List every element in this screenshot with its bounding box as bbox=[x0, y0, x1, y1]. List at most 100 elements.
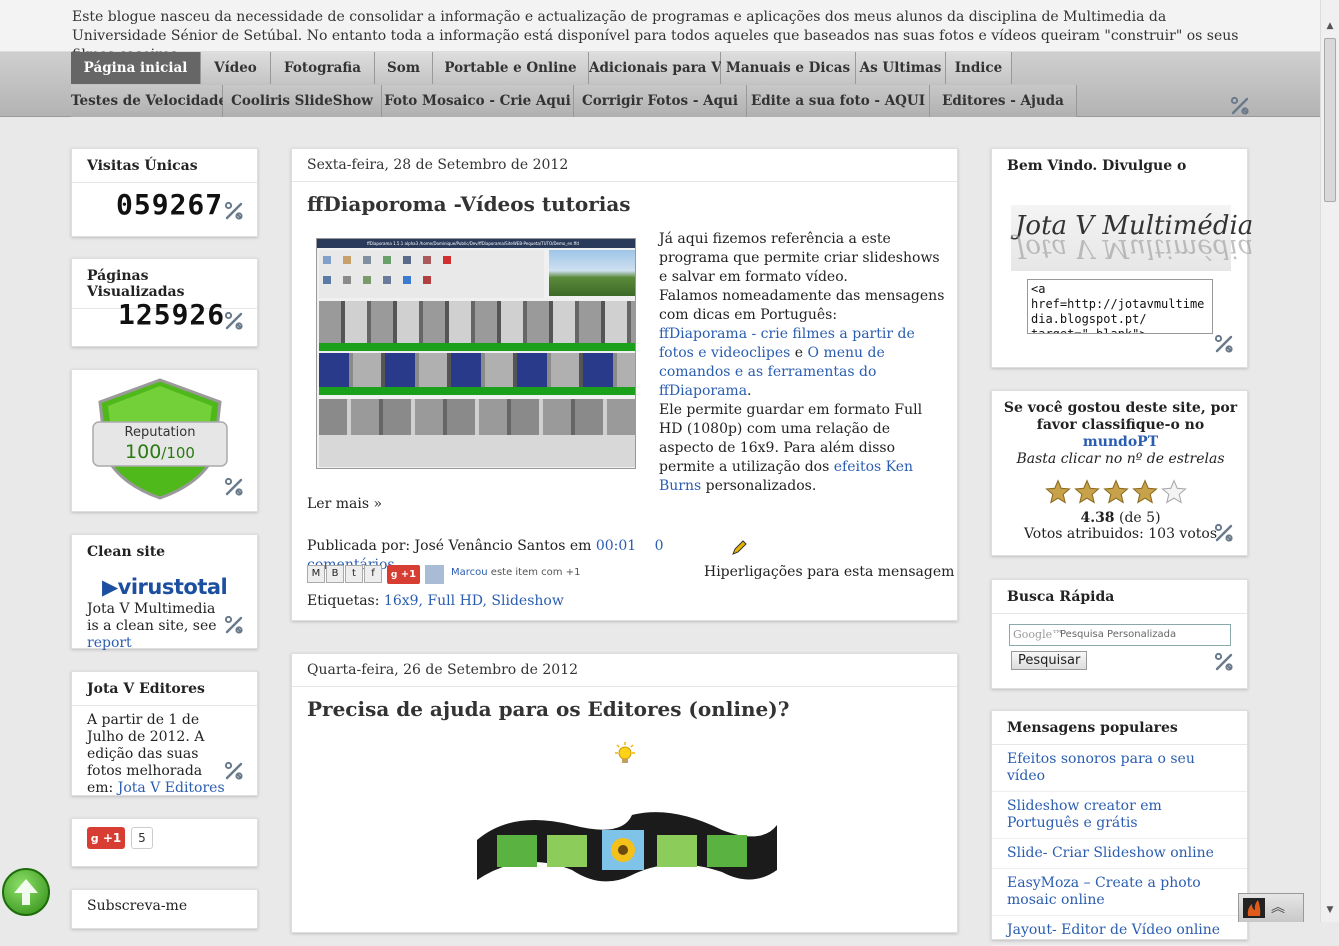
screenshot-toolbar bbox=[319, 250, 544, 298]
floating-toolbar: ︽ bbox=[1238, 893, 1304, 922]
google-logo: Google™ bbox=[1013, 628, 1064, 641]
widget-welcome-share: Bem Vindo. Divulgue o Jota V Multimédia … bbox=[991, 148, 1253, 368]
nav-row-secondary: Testes de Velocidade Cooliris SlideShow Fo… bbox=[71, 85, 1077, 117]
post-labels: Etiquetas: 16x9, Full HD, Slideshow bbox=[307, 593, 564, 609]
widget-title: Visitas Únicas bbox=[72, 149, 257, 183]
scroll-down-arrow-icon[interactable]: ▼ bbox=[1324, 904, 1336, 916]
rating-hint: Basta clicar no nº de estrelas bbox=[1016, 451, 1225, 467]
edit-wrench-icon[interactable] bbox=[224, 311, 244, 331]
nav-tab[interactable]: Edite a sua foto - AQUI bbox=[747, 85, 930, 117]
widget-clean-site: Clean site ▶virustotal Jota V Multimedia… bbox=[71, 534, 258, 651]
blog-post: Quarta-feira, 26 de Setembro de 2012 Pre… bbox=[291, 653, 958, 933]
pageviews-counter: 125926 bbox=[118, 298, 226, 331]
nav-tab[interactable]: Indice bbox=[946, 52, 1012, 84]
nav-tab[interactable]: Testes de Velocidade bbox=[71, 85, 227, 117]
scroll-thumb[interactable] bbox=[1324, 38, 1336, 202]
main-navigation: Página inicial Vídeo Fotografia Som Portable… bbox=[0, 52, 1320, 117]
widget-title: Subscreva-me bbox=[87, 898, 188, 914]
edit-wrench-icon[interactable] bbox=[224, 477, 244, 497]
rating-star-icon[interactable] bbox=[1103, 479, 1129, 505]
collapse-chevron-up-icon[interactable]: ︽ bbox=[1271, 897, 1285, 917]
nav-tab[interactable]: Editores - Ajuda bbox=[930, 85, 1077, 117]
back-to-top-button[interactable] bbox=[2, 868, 50, 916]
clean-site-text: Jota V Multimedia is a clean site, see r… bbox=[87, 601, 217, 651]
google-plus-one-button[interactable]: g +1 bbox=[87, 827, 125, 849]
nav-tab[interactable]: Cooliris SlideShow bbox=[223, 85, 382, 117]
post-screenshot-image[interactable]: ffDiaporama 1.5.1 alpha3 /home/Dominique… bbox=[316, 238, 636, 469]
nav-tab[interactable]: Foto Mosaico - Crie Aqui bbox=[382, 85, 574, 117]
edit-wrench-icon[interactable] bbox=[1214, 334, 1234, 354]
popular-post-link[interactable]: Efeitos sonoros para o seu vídeo bbox=[992, 745, 1247, 792]
edit-wrench-icon[interactable] bbox=[224, 615, 244, 635]
blogger-share-icon[interactable]: B bbox=[326, 565, 344, 583]
facebook-share-icon[interactable]: f bbox=[364, 565, 382, 583]
rating-stars[interactable] bbox=[1045, 479, 1187, 505]
popular-posts-list: Efeitos sonoros para o seu vídeo Slidesho… bbox=[992, 745, 1247, 946]
labels-links[interactable]: 16x9, Full HD, Slideshow bbox=[384, 593, 564, 609]
edit-pencil-icon[interactable] bbox=[730, 539, 748, 557]
share-buttons: M B t f bbox=[307, 565, 382, 583]
nav-tab[interactable]: Fotografia bbox=[271, 52, 375, 84]
post-title[interactable]: ffDiaporoma -Vídeos tutorias bbox=[307, 192, 631, 216]
popular-post-link[interactable]: EasyMoza – Create a photo mosaic online bbox=[992, 869, 1247, 916]
rating-star-icon[interactable] bbox=[1074, 479, 1100, 505]
popular-post-link[interactable]: Jayout- Editor de Vídeo online bbox=[992, 916, 1247, 946]
twitter-share-icon[interactable]: t bbox=[345, 565, 363, 583]
email-share-icon[interactable]: M bbox=[307, 565, 325, 583]
nav-tab[interactable]: Vídeo bbox=[201, 52, 271, 84]
post-time-link[interactable]: 00:01 bbox=[596, 538, 636, 554]
jota-editores-link[interactable]: Jota V Editores bbox=[118, 780, 225, 796]
google-plus-one-button[interactable]: g +1 bbox=[387, 565, 420, 584]
share-code-textarea[interactable] bbox=[1027, 279, 1213, 334]
read-more-link[interactable]: Ler mais » bbox=[307, 495, 382, 514]
nav-tab[interactable]: Adicionais para Vídeos bbox=[589, 52, 761, 84]
nav-tab[interactable]: Página inicial bbox=[71, 52, 201, 84]
screenshot-timeline-track bbox=[319, 399, 635, 435]
reputation-score: 100/100 bbox=[125, 441, 195, 463]
marked-link[interactable]: Marcou bbox=[451, 567, 488, 578]
edit-wrench-icon[interactable] bbox=[1230, 96, 1250, 116]
rating-votes: Votos atribuidos: 103 votos bbox=[1023, 526, 1218, 542]
nav-tab[interactable]: Som bbox=[375, 52, 433, 84]
widget-popular-posts: Mensagens populares Efeitos sonoros para… bbox=[991, 710, 1248, 946]
nav-tab[interactable]: Corrigir Fotos - Aqui bbox=[574, 85, 747, 117]
nav-tab[interactable]: Manuais e Dicas bbox=[721, 52, 856, 84]
edit-wrench-icon[interactable] bbox=[224, 761, 244, 781]
virustotal-logo[interactable]: ▶virustotal bbox=[102, 575, 228, 599]
rating-score: 4.38 (de 5) bbox=[1080, 510, 1161, 526]
widget-title: Busca Rápida bbox=[992, 580, 1247, 614]
lightbulb-icon bbox=[615, 742, 635, 763]
logo-reflection: Jota V Multimédia bbox=[1015, 233, 1254, 263]
nav-tab[interactable]: As Ultimas bbox=[856, 52, 946, 84]
screenshot-timeline-track bbox=[319, 353, 635, 387]
rating-star-icon[interactable] bbox=[1045, 479, 1071, 505]
rating-star-icon[interactable] bbox=[1161, 479, 1187, 505]
nav-tab[interactable]: Portable e Online bbox=[433, 52, 589, 84]
edit-wrench-icon[interactable] bbox=[1214, 523, 1234, 543]
editores-text: A partir de 1 de Julho de 2012. A edição… bbox=[87, 712, 225, 796]
edit-wrench-icon[interactable] bbox=[224, 201, 244, 221]
mundopt-link[interactable]: mundoPT bbox=[1083, 434, 1158, 450]
popular-post-link[interactable]: Slideshow creator em Português e grátis bbox=[992, 792, 1247, 839]
edit-wrench-icon[interactable] bbox=[1214, 652, 1234, 672]
post-title[interactable]: Precisa de ajuda para os Editores (onlin… bbox=[307, 697, 789, 721]
backlinks-link[interactable]: Hiperligações para esta mensagem bbox=[704, 563, 954, 582]
reputation-label: Reputation bbox=[124, 425, 196, 440]
search-button[interactable]: Pesquisar bbox=[1011, 651, 1088, 670]
popular-post-link[interactable]: Slide- Criar Slideshow online bbox=[992, 839, 1247, 869]
post-body-text: Já aqui fizemos referência a este progra… bbox=[659, 231, 945, 494]
scroll-up-arrow-icon[interactable]: ▲ bbox=[1324, 20, 1336, 32]
vertical-scrollbar[interactable]: ▲ ▼ bbox=[1320, 0, 1339, 922]
blog-post: Sexta-feira, 28 de Setembro de 2012 ffDi… bbox=[291, 148, 958, 621]
report-link[interactable]: report bbox=[87, 635, 132, 651]
search-placeholder: Pesquisa Personalizada bbox=[1060, 629, 1177, 640]
search-input[interactable]: Google™ Pesquisa Personalizada bbox=[1009, 624, 1231, 646]
widget-title: Jota V Editores bbox=[72, 672, 257, 706]
arrow-up-icon bbox=[14, 879, 38, 905]
widget-title: Mensagens populares bbox=[992, 711, 1247, 745]
film-strip-image[interactable] bbox=[472, 800, 782, 886]
rating-star-icon[interactable] bbox=[1132, 479, 1158, 505]
site-logo-image[interactable]: Jota V Multimédia Jota V Multimédia bbox=[1011, 205, 1253, 271]
widget-unique-visits: Visitas Únicas 059267 bbox=[71, 148, 258, 237]
fire-icon[interactable] bbox=[1243, 898, 1265, 918]
